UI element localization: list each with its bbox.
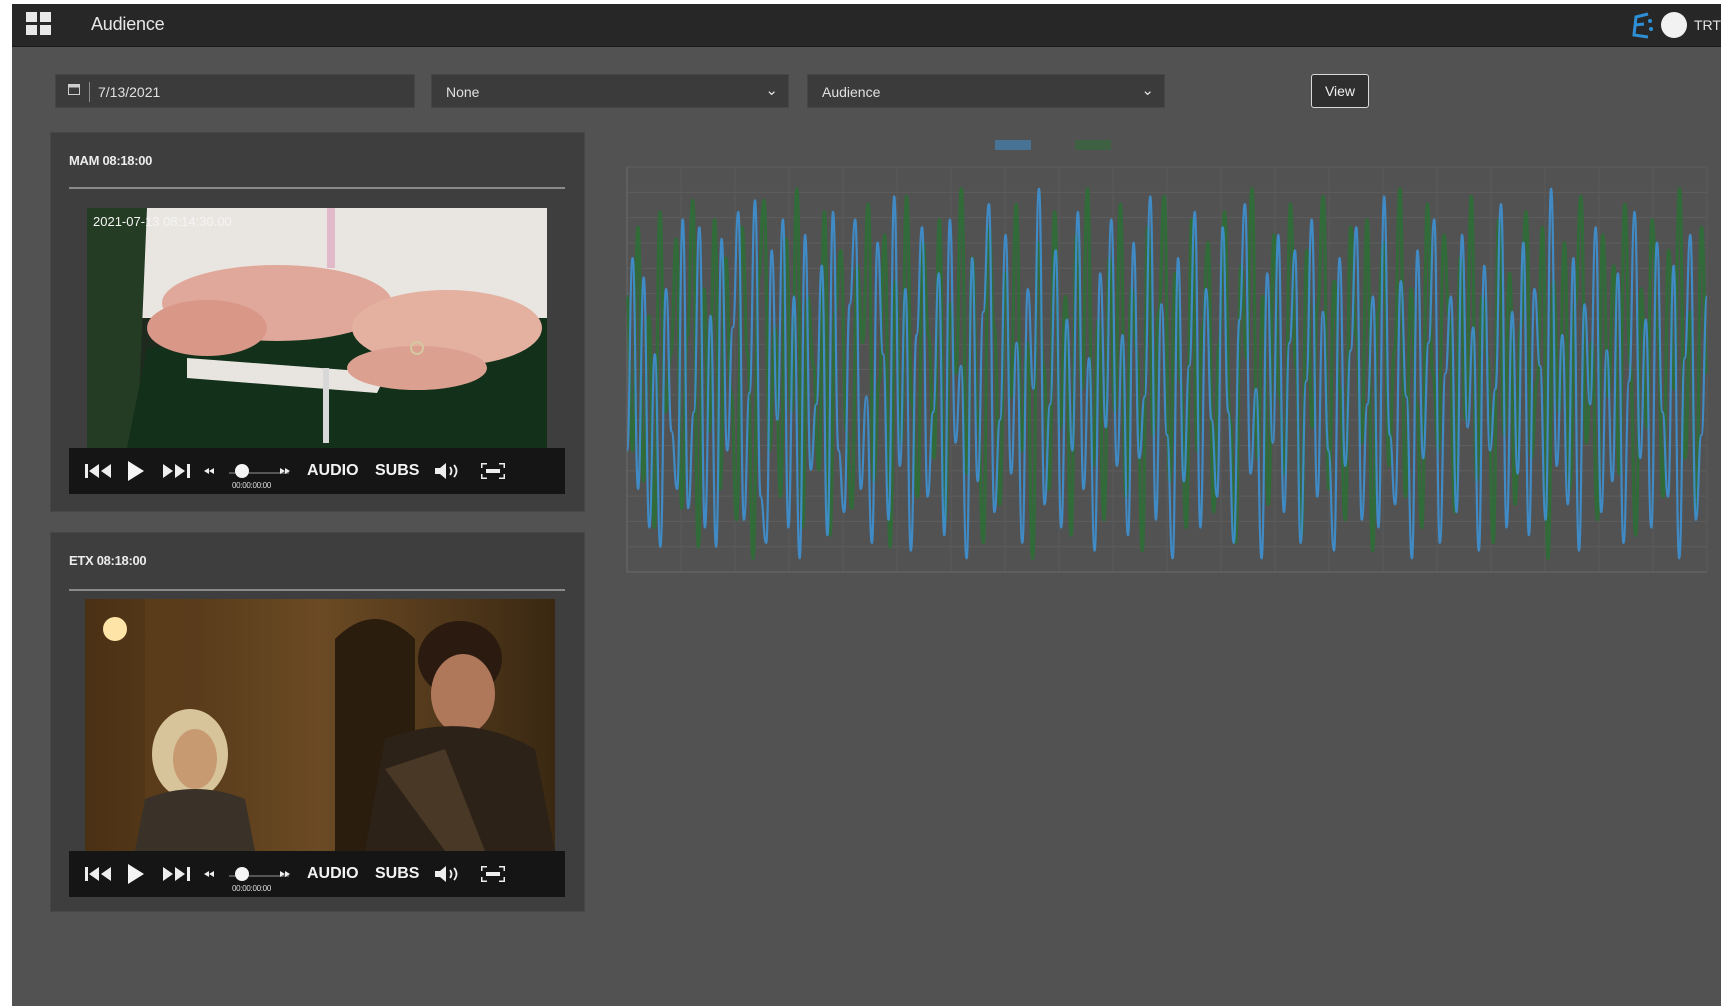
- divider: [69, 589, 565, 591]
- video-image: [87, 208, 547, 448]
- video-timestamp-overlay: 2021-07-13 08:14:30.00: [93, 214, 232, 229]
- skip-forward-icon[interactable]: [159, 851, 193, 897]
- calendar-icon: [68, 84, 80, 95]
- subs-button[interactable]: SUBS: [375, 462, 419, 480]
- volume-icon[interactable]: [433, 448, 463, 494]
- grid-icon[interactable]: [26, 12, 52, 36]
- user-name: TRT: [1694, 17, 1721, 33]
- legend-swatch: [995, 140, 1031, 150]
- legend-swatch: [1075, 140, 1111, 150]
- video-frame[interactable]: [85, 599, 555, 851]
- metric-select[interactable]: Audience ⌄: [807, 74, 1165, 108]
- chevron-down-icon: ⌄: [765, 82, 778, 99]
- date-separator: [89, 82, 90, 102]
- channel-select-value: None: [446, 84, 480, 100]
- rewind-icon[interactable]: [203, 851, 215, 897]
- divider: [69, 187, 565, 189]
- fullscreen-icon[interactable]: [477, 448, 509, 494]
- skip-back-icon[interactable]: [81, 851, 115, 897]
- top-bar: Audience TRT: [12, 4, 1721, 47]
- channel-select[interactable]: None ⌄: [431, 74, 789, 108]
- audio-button[interactable]: AUDIO: [307, 865, 359, 883]
- fast-forward-icon[interactable]: [279, 448, 291, 494]
- time-display: 00:00:00:00: [232, 481, 271, 490]
- line-chart: [625, 140, 1709, 573]
- date-value: 7/13/2021: [98, 84, 161, 100]
- video-frame[interactable]: 2021-07-13 08:14:30.00: [87, 208, 547, 448]
- metric-select-value: Audience: [822, 84, 881, 100]
- rewind-icon[interactable]: [203, 448, 215, 494]
- player-controls: 00:00:00:00 AUDIO SUBS: [69, 448, 565, 494]
- player-controls: 00:00:00:00 AUDIO SUBS: [69, 851, 565, 897]
- fullscreen-icon[interactable]: [477, 851, 509, 897]
- avatar[interactable]: [1661, 12, 1687, 38]
- seek-handle[interactable]: [235, 867, 249, 881]
- skip-forward-icon[interactable]: [159, 448, 193, 494]
- chevron-down-icon: ⌄: [1141, 82, 1154, 99]
- time-display: 00:00:00:00: [232, 884, 271, 893]
- volume-icon[interactable]: [433, 851, 463, 897]
- view-button[interactable]: View: [1311, 74, 1369, 108]
- logo-icon: [1632, 12, 1653, 39]
- subs-button[interactable]: SUBS: [375, 865, 419, 883]
- skip-back-icon[interactable]: [81, 448, 115, 494]
- app-window: Audience TRT 7/13/2021 None ⌄ Audience ⌄…: [12, 4, 1721, 1006]
- audience-chart: [612, 132, 1721, 672]
- player-panel-etx: ETX 08:18:00 00:00:00:00 AUDIO SUBS: [50, 532, 585, 912]
- audio-button[interactable]: AUDIO: [307, 462, 359, 480]
- panel-title: ETX 08:18:00: [69, 553, 147, 568]
- panel-title: MAM 08:18:00: [69, 153, 153, 168]
- date-picker[interactable]: 7/13/2021: [55, 74, 415, 108]
- play-icon[interactable]: [123, 851, 149, 897]
- video-image: [85, 599, 555, 851]
- seek-handle[interactable]: [235, 464, 249, 478]
- fast-forward-icon[interactable]: [279, 851, 291, 897]
- play-icon[interactable]: [123, 448, 149, 494]
- player-panel-mam: MAM 08:18:00 2021-07-13 08:14:30.00 00:0…: [50, 132, 585, 512]
- page-title: Audience: [91, 14, 165, 34]
